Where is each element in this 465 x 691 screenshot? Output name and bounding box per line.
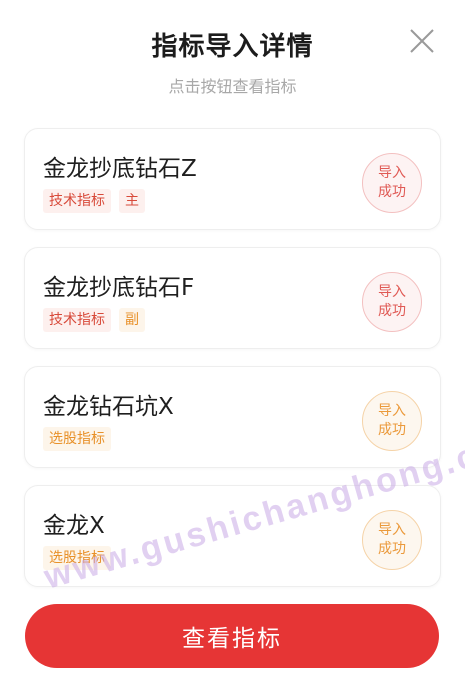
indicator-type-tag: 技术指标	[43, 308, 111, 332]
indicator-card: 金龙钻石坑X 选股指标 导入成功	[24, 366, 441, 468]
import-status-badge: 导入成功	[362, 510, 422, 570]
indicator-tags: 技术指标 主	[43, 189, 145, 213]
import-status-badge: 导入成功	[362, 272, 422, 332]
import-details-dialog: 指标导入详情 点击按钮查看指标 金龙抄底钻石Z 技术指标 主 导入成功 金龙抄底…	[0, 0, 465, 691]
indicator-tags: 选股指标	[43, 427, 111, 451]
import-status-text: 导入成功	[378, 165, 406, 200]
close-button[interactable]	[404, 23, 440, 59]
indicator-name: 金龙钻石坑X	[43, 394, 174, 420]
indicator-card: 金龙抄底钻石F 技术指标 副 导入成功	[24, 247, 441, 349]
indicator-subtype-tag: 主	[119, 189, 145, 213]
import-status-badge: 导入成功	[362, 153, 422, 213]
indicator-name: 金龙X	[43, 513, 105, 539]
import-status-text: 导入成功	[378, 403, 406, 438]
indicator-card: 金龙抄底钻石Z 技术指标 主 导入成功	[24, 128, 441, 230]
indicator-type-tag: 选股指标	[43, 427, 111, 451]
import-status-text: 导入成功	[378, 284, 406, 319]
import-status-badge: 导入成功	[362, 391, 422, 451]
indicator-subtype-tag: 副	[119, 308, 145, 332]
view-indicators-button[interactable]: 查看指标	[25, 604, 439, 668]
indicator-type-tag: 选股指标	[43, 546, 111, 570]
indicator-type-tag: 技术指标	[43, 189, 111, 213]
indicator-name: 金龙抄底钻石Z	[43, 156, 197, 182]
indicator-card: 金龙X 选股指标 导入成功	[24, 485, 441, 587]
indicator-name: 金龙抄底钻石F	[43, 275, 195, 301]
close-icon	[410, 29, 434, 53]
dialog-subtitle: 点击按钮查看指标	[168, 77, 297, 96]
dialog-title: 指标导入详情	[151, 32, 314, 62]
import-status-text: 导入成功	[378, 522, 406, 557]
indicator-tags: 技术指标 副	[43, 308, 145, 332]
indicator-tags: 选股指标	[43, 546, 111, 570]
